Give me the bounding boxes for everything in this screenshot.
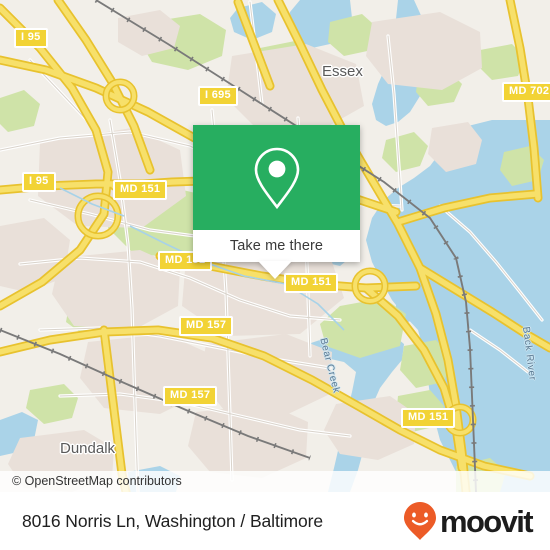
footer-bar: 8016 Norris Ln, Washington / Baltimore m…: [0, 492, 550, 550]
road-shield-md151-southeast: MD 151: [401, 408, 456, 428]
road-shield-i95-west: I 95: [22, 172, 56, 192]
callout-action-bar[interactable]: Take me there: [193, 230, 360, 262]
map-pin-icon: [254, 147, 299, 209]
road-shield-i695-north: I 695: [198, 86, 238, 106]
road-shield-md157-north: MD 157: [179, 316, 234, 336]
road-shield-md151-center: MD 151: [284, 273, 339, 293]
road-shield-md151-northwest: MD 151: [113, 180, 168, 200]
moovit-map-screenshot: Essex Dundalk Bear Creek Back River I 95…: [0, 0, 550, 550]
take-me-there-callout[interactable]: Take me there: [193, 125, 360, 262]
moovit-wordmark: moovit: [439, 503, 534, 539]
callout-pin-panel: [193, 125, 360, 230]
callout-pointer-tail: [258, 261, 292, 279]
road-shield-md702: MD 702: [502, 82, 550, 102]
location-address: 8016 Norris Ln, Washington / Baltimore: [22, 510, 323, 531]
road-shield-md157-south: MD 157: [163, 386, 218, 406]
footer-content: 8016 Norris Ln, Washington / Baltimore m…: [0, 492, 550, 550]
osm-attribution[interactable]: © OpenStreetMap contributors: [0, 471, 550, 492]
take-me-there-label: Take me there: [229, 238, 324, 254]
moovit-logo[interactable]: moovit: [403, 501, 534, 541]
road-shield-i95-north: I 95: [14, 28, 48, 48]
moovit-pin-smiley-icon: [403, 502, 436, 540]
map-canvas[interactable]: Essex Dundalk Bear Creek Back River I 95…: [0, 0, 550, 492]
